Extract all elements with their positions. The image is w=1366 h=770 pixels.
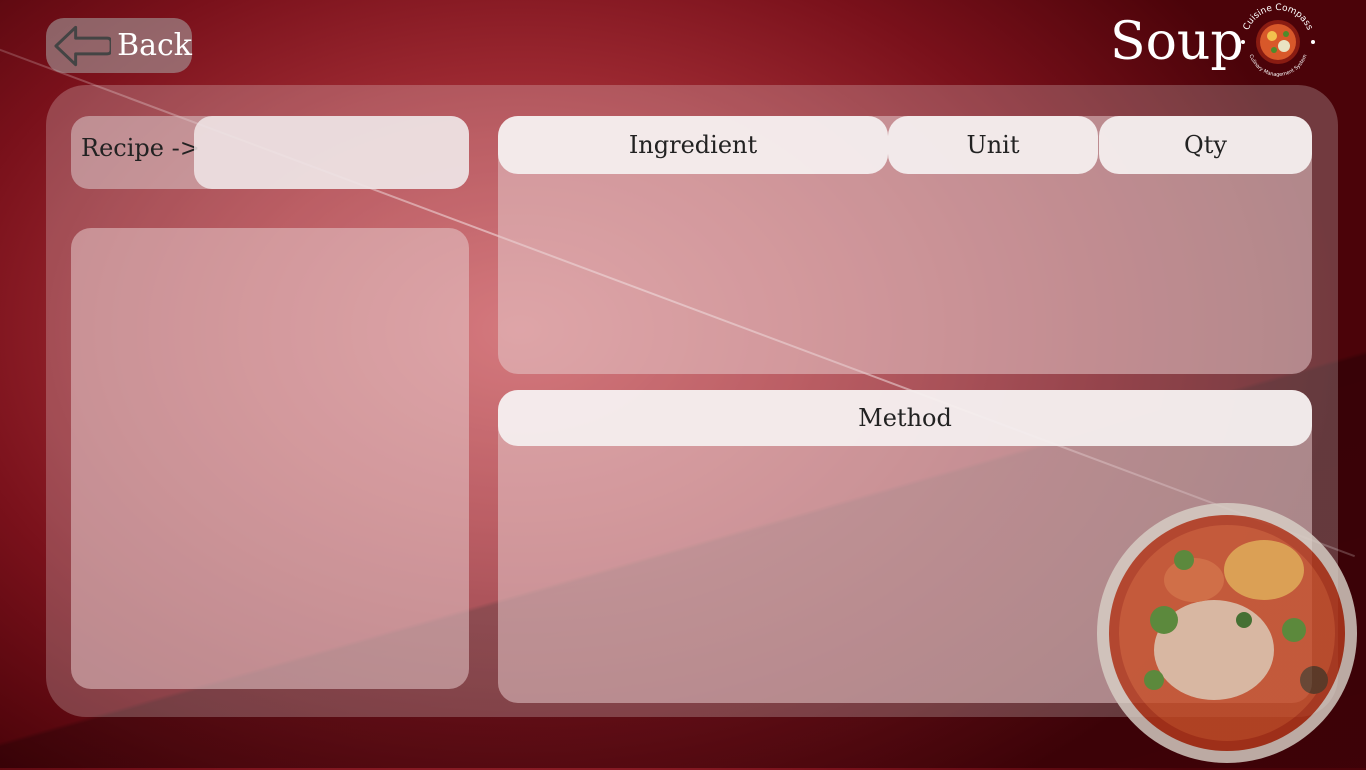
method-heading: Method	[498, 390, 1312, 446]
unit-column-header: Unit	[888, 116, 1098, 174]
back-label: Back	[117, 28, 192, 63]
back-button[interactable]: Back	[46, 18, 192, 73]
back-arrow-icon	[54, 25, 112, 66]
recipe-label: Recipe ->	[81, 134, 200, 162]
cuisine-compass-logo: Cuisine Compass Culinary Management Syst…	[1236, 0, 1320, 84]
soup-bowl-image	[1094, 500, 1360, 766]
recipe-list[interactable]	[71, 228, 469, 689]
qty-column-header: Qty	[1099, 116, 1312, 174]
recipe-input[interactable]	[194, 116, 469, 189]
ingredient-column-header: Ingredient	[498, 116, 888, 174]
page-title: Soup	[1110, 12, 1244, 72]
